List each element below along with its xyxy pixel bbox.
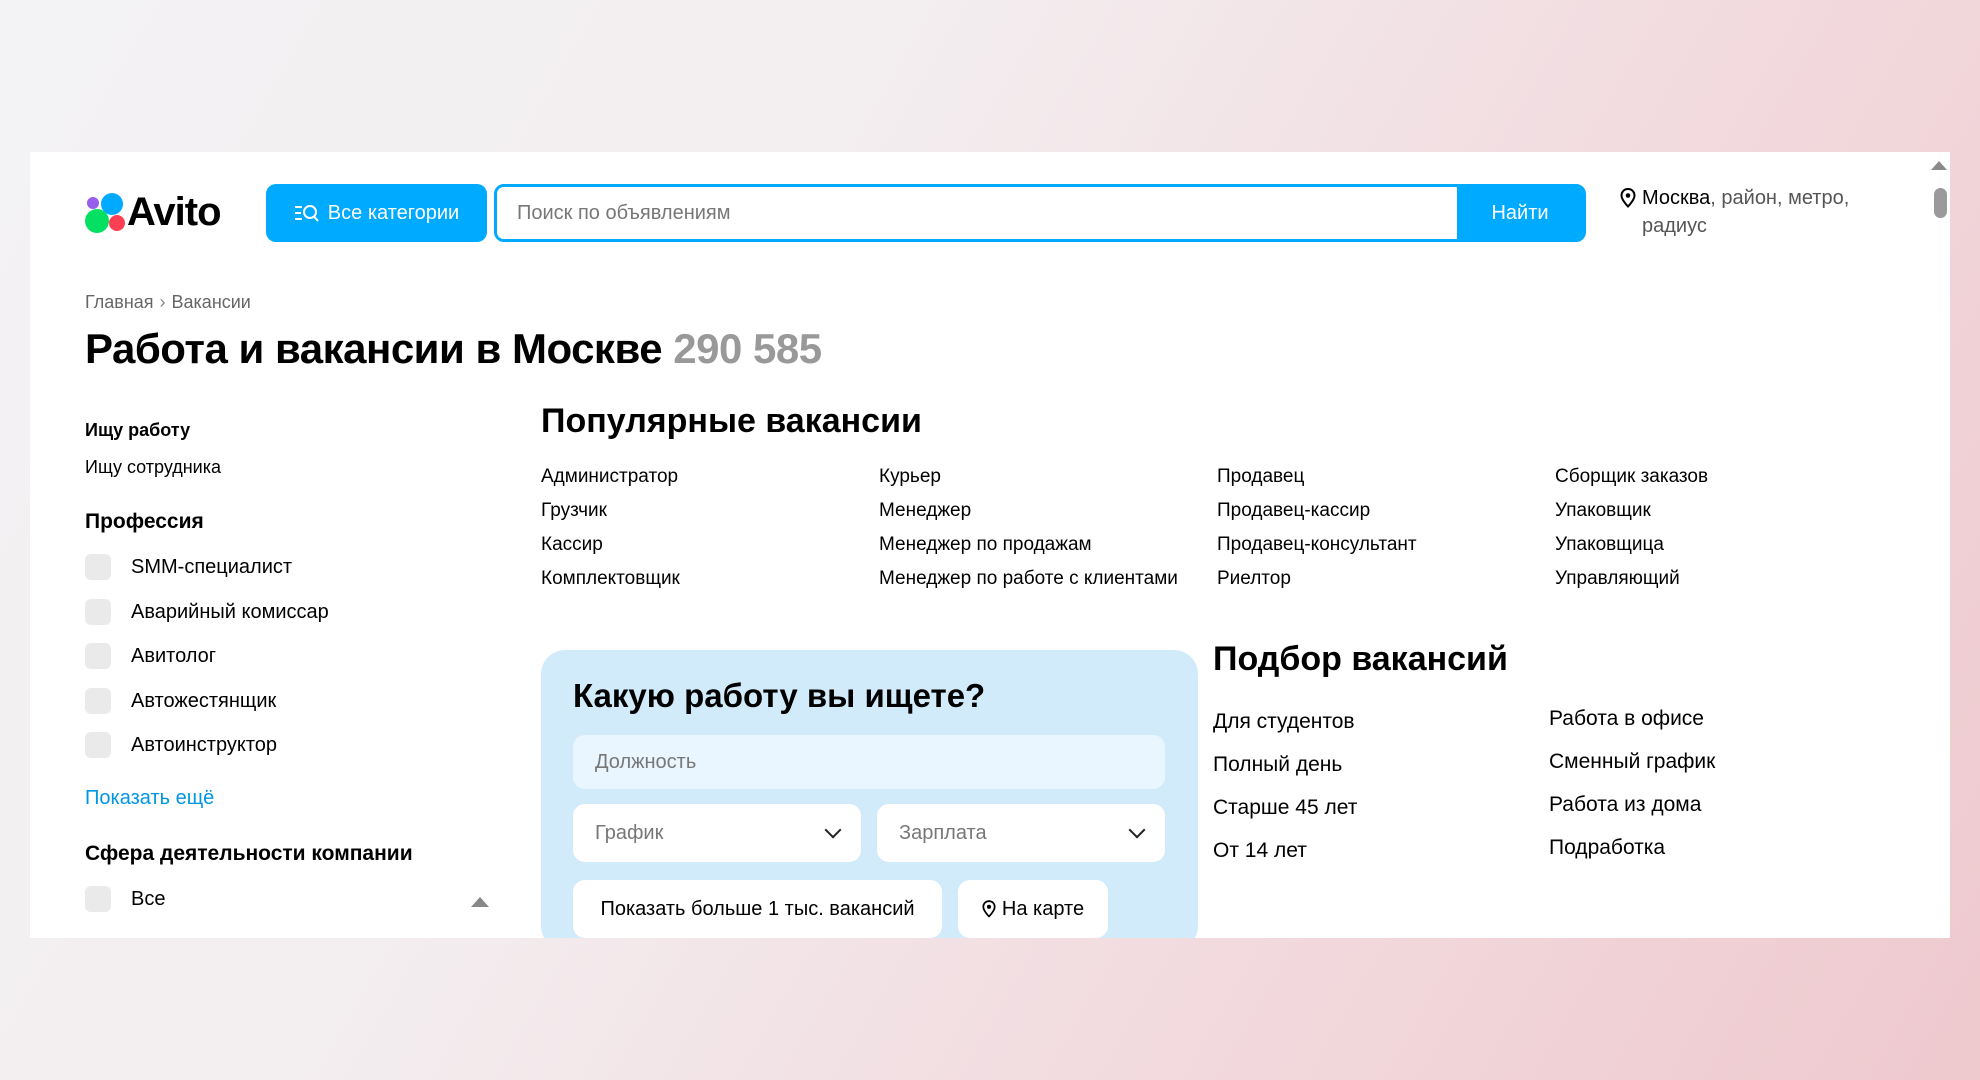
show-more-vacancies-label: Показать больше 1 тыс. вакансий: [600, 897, 915, 920]
show-more-vacancies-button[interactable]: Показать больше 1 тыс. вакансий: [573, 880, 942, 938]
chevron-down-icon: [824, 821, 842, 839]
checkbox[interactable]: [85, 643, 111, 669]
logo-text: Avito: [127, 190, 222, 234]
profession-checkbox-item[interactable]: Автоинструктор: [85, 732, 277, 758]
vacancy-selection-link[interactable]: Сменный график: [1549, 748, 1849, 776]
position-input[interactable]: [595, 750, 1143, 774]
location-pin-icon: [982, 900, 996, 918]
popular-vacancy-link[interactable]: Менеджер по продажам: [879, 532, 1217, 558]
checkbox[interactable]: [85, 554, 111, 580]
checkbox[interactable]: [85, 599, 111, 625]
all-categories-button[interactable]: Все категории: [266, 184, 487, 242]
popular-vacancy-link[interactable]: Упаковщица: [1555, 532, 1855, 558]
popular-vacancy-link[interactable]: Комплектовщик: [541, 566, 879, 592]
profession-label: Автожестянщик: [131, 689, 277, 712]
vacancy-selection-link[interactable]: Подработка: [1549, 834, 1849, 862]
menu-search-icon: [294, 205, 319, 222]
salary-select[interactable]: Зарплата: [877, 804, 1165, 862]
profession-label: Авитолог: [131, 644, 217, 667]
profession-checkbox-item[interactable]: Автожестянщик: [85, 688, 276, 714]
profession-checkbox-item[interactable]: SMM-специалист: [85, 554, 292, 580]
page-title-text: Работа и вакансии в Москве: [85, 325, 663, 372]
vacancy-selection-link[interactable]: Работа в офисе: [1549, 705, 1849, 733]
profession-checkbox-item[interactable]: Аварийный комиссар: [85, 599, 329, 625]
popular-vacancy-link[interactable]: Кассир: [541, 532, 879, 558]
sidebar-looking-for-employee[interactable]: Ищу сотрудника: [85, 457, 221, 478]
search-button[interactable]: Найти: [1457, 187, 1583, 239]
sidebar-looking-for-job[interactable]: Ищу работу: [85, 420, 190, 441]
search-bar: Найти: [494, 184, 1586, 242]
popular-vacancy-link[interactable]: Продавец: [1217, 464, 1555, 490]
sphere-label: Все: [131, 887, 166, 910]
popular-vacancy-link[interactable]: Сборщик заказов: [1555, 464, 1855, 490]
on-map-label: На карте: [1001, 897, 1085, 920]
job-search-card-title: Какую работу вы ищете?: [573, 677, 986, 714]
popular-vacancy-link[interactable]: Риелтор: [1217, 566, 1555, 592]
vacancy-selection-link[interactable]: От 14 лет: [1213, 837, 1549, 865]
scrollbar[interactable]: [1930, 152, 1950, 938]
vacancy-selection-link[interactable]: Полный день: [1213, 751, 1549, 779]
checkbox[interactable]: [85, 688, 111, 714]
breadcrumb-vacancies[interactable]: Вакансии: [172, 292, 251, 313]
popular-vacancy-link[interactable]: Продавец-кассир: [1217, 498, 1555, 524]
vacancy-selection-list: Для студентов Полный день Старше 45 лет …: [1213, 705, 1849, 865]
checkbox[interactable]: [85, 886, 111, 912]
location-pin-icon: [1620, 188, 1636, 208]
popular-vacancy-link[interactable]: Курьер: [879, 464, 1217, 490]
scroll-thumb[interactable]: [1934, 188, 1947, 218]
profession-label: Автоинструктор: [131, 733, 278, 756]
breadcrumb-separator: ›: [159, 292, 166, 312]
popular-vacancies-list: Администратор Курьер Продавец Сборщик за…: [541, 464, 1855, 592]
collapse-arrow-icon[interactable]: [471, 897, 489, 907]
show-more-link[interactable]: Показать ещё: [85, 787, 214, 810]
vacancy-selection-link[interactable]: Для студентов: [1213, 708, 1549, 736]
company-sphere-heading: Сфера деятельности компании: [85, 842, 413, 865]
vacancy-selection-link[interactable]: Старше 45 лет: [1213, 794, 1549, 822]
profession-checkbox-item[interactable]: Авитолог: [85, 643, 216, 669]
vacancy-selection-link[interactable]: Работа из дома: [1549, 791, 1849, 819]
scroll-up-arrow-icon[interactable]: [1931, 161, 1947, 170]
position-field[interactable]: [573, 735, 1165, 789]
page-title: Работа и вакансии в Москве 290 585: [85, 325, 822, 373]
breadcrumb: Главная › Вакансии: [85, 292, 251, 313]
salary-label: Зарплата: [899, 821, 987, 844]
location-city: Москва: [1642, 187, 1711, 209]
popular-vacancy-link[interactable]: Продавец-консультант: [1217, 532, 1555, 558]
profession-heading: Профессия: [85, 510, 204, 533]
popular-vacancy-link[interactable]: Упаковщик: [1555, 498, 1855, 524]
chevron-down-icon: [1128, 821, 1146, 839]
location-selector[interactable]: Москва, район, метро, радиус: [1620, 184, 1890, 240]
vacancy-selection-right-column: Работа в офисе Сменный график Работа из …: [1549, 705, 1849, 865]
sphere-checkbox-item[interactable]: Все: [85, 886, 165, 912]
vacancy-count: 290 585: [673, 325, 822, 372]
job-search-card: Какую работу вы ищете? График Зарплата П…: [541, 650, 1198, 938]
all-categories-label: Все категории: [327, 201, 460, 224]
popular-vacancy-link[interactable]: Администратор: [541, 464, 879, 490]
popular-vacancy-link[interactable]: Менеджер по работе с клиентами: [879, 566, 1217, 592]
popular-vacancy-link[interactable]: Менеджер: [879, 498, 1217, 524]
popular-vacancy-link[interactable]: Управляющий: [1555, 566, 1855, 592]
popular-vacancies-title: Популярные вакансии: [541, 402, 922, 440]
vacancy-selection-left-column: Для студентов Полный день Старше 45 лет …: [1213, 708, 1549, 865]
checkbox[interactable]: [85, 732, 111, 758]
logo-dots-icon: [85, 192, 125, 233]
breadcrumb-home[interactable]: Главная: [85, 292, 154, 313]
schedule-label: График: [595, 821, 664, 844]
search-input[interactable]: [497, 187, 1457, 239]
schedule-select[interactable]: График: [573, 804, 861, 862]
vacancy-selection-title: Подбор вакансий: [1213, 640, 1508, 678]
profession-label: SMM-специалист: [131, 555, 293, 578]
profession-label: Аварийный комиссар: [131, 600, 329, 623]
popular-vacancy-link[interactable]: Грузчик: [541, 498, 879, 524]
browser-window: Avito Все категории Найти Москва, район,…: [30, 152, 1950, 938]
on-map-button[interactable]: На карте: [958, 880, 1108, 938]
avito-logo[interactable]: Avito: [85, 190, 222, 235]
